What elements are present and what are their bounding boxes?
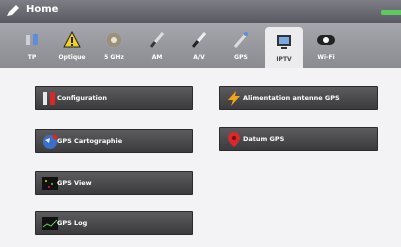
tab-av[interactable]: A/V [179, 25, 219, 66]
lightning-icon [228, 91, 240, 106]
window-title: Home [26, 4, 59, 15]
tab-optique[interactable]: Optique [52, 25, 92, 66]
iptv-monitor-icon [277, 35, 291, 49]
gps-view-button[interactable]: GPS View [35, 171, 193, 195]
tab-label: Wi-Fi [317, 54, 335, 61]
tab-wifi[interactable]: Wi-Fi [306, 25, 346, 66]
gps-cartographie-button[interactable]: GPS Cartographie [35, 129, 193, 153]
tab-gps[interactable]: GPS [222, 25, 260, 66]
optics-warning-icon [63, 31, 81, 48]
tab-label: IPTV [276, 56, 292, 63]
tab-label: Optique [58, 54, 86, 61]
wifi-icon [317, 35, 335, 45]
configuration-button[interactable]: Configuration [35, 86, 193, 110]
button-label: GPS Cartographie [57, 137, 123, 145]
tab-label: 5 GHz [104, 54, 124, 61]
button-label: GPS Log [57, 219, 88, 227]
button-label: Configuration [57, 94, 107, 102]
gps-log-button[interactable]: GPS Log [35, 211, 193, 235]
battery-indicator-icon [381, 10, 401, 15]
tab-bar: TP Optique 5 GHz AM A/V GPS IPTV Wi-Fi [0, 23, 401, 69]
button-label: GPS View [57, 179, 92, 187]
button-label: Datum GPS [243, 135, 285, 143]
tab-5ghz[interactable]: 5 GHz [94, 25, 134, 66]
main-content: Configuration GPS Cartographie GPS View … [0, 68, 401, 247]
av-probe-icon [191, 32, 207, 48]
tp-icon [26, 34, 38, 45]
pencil-icon [7, 5, 19, 16]
am-probe-icon [149, 32, 165, 48]
title-bar: Home [0, 0, 401, 23]
alimentation-antenne-gps-button[interactable]: Alimentation antenne GPS [219, 86, 378, 110]
map-pin-icon [228, 132, 240, 147]
datum-gps-button[interactable]: Datum GPS [219, 127, 378, 151]
tab-label: TP [27, 54, 37, 61]
tab-am[interactable]: AM [137, 25, 177, 66]
button-label: Alimentation antenne GPS [243, 94, 340, 102]
tab-label: GPS [234, 54, 248, 61]
tab-label: A/V [193, 54, 205, 61]
tab-label: AM [151, 54, 163, 61]
tab-tp[interactable]: TP [12, 25, 52, 66]
5ghz-connector-icon [107, 33, 121, 47]
tab-iptv[interactable]: IPTV [265, 27, 303, 68]
gps-probe-icon [233, 32, 249, 48]
